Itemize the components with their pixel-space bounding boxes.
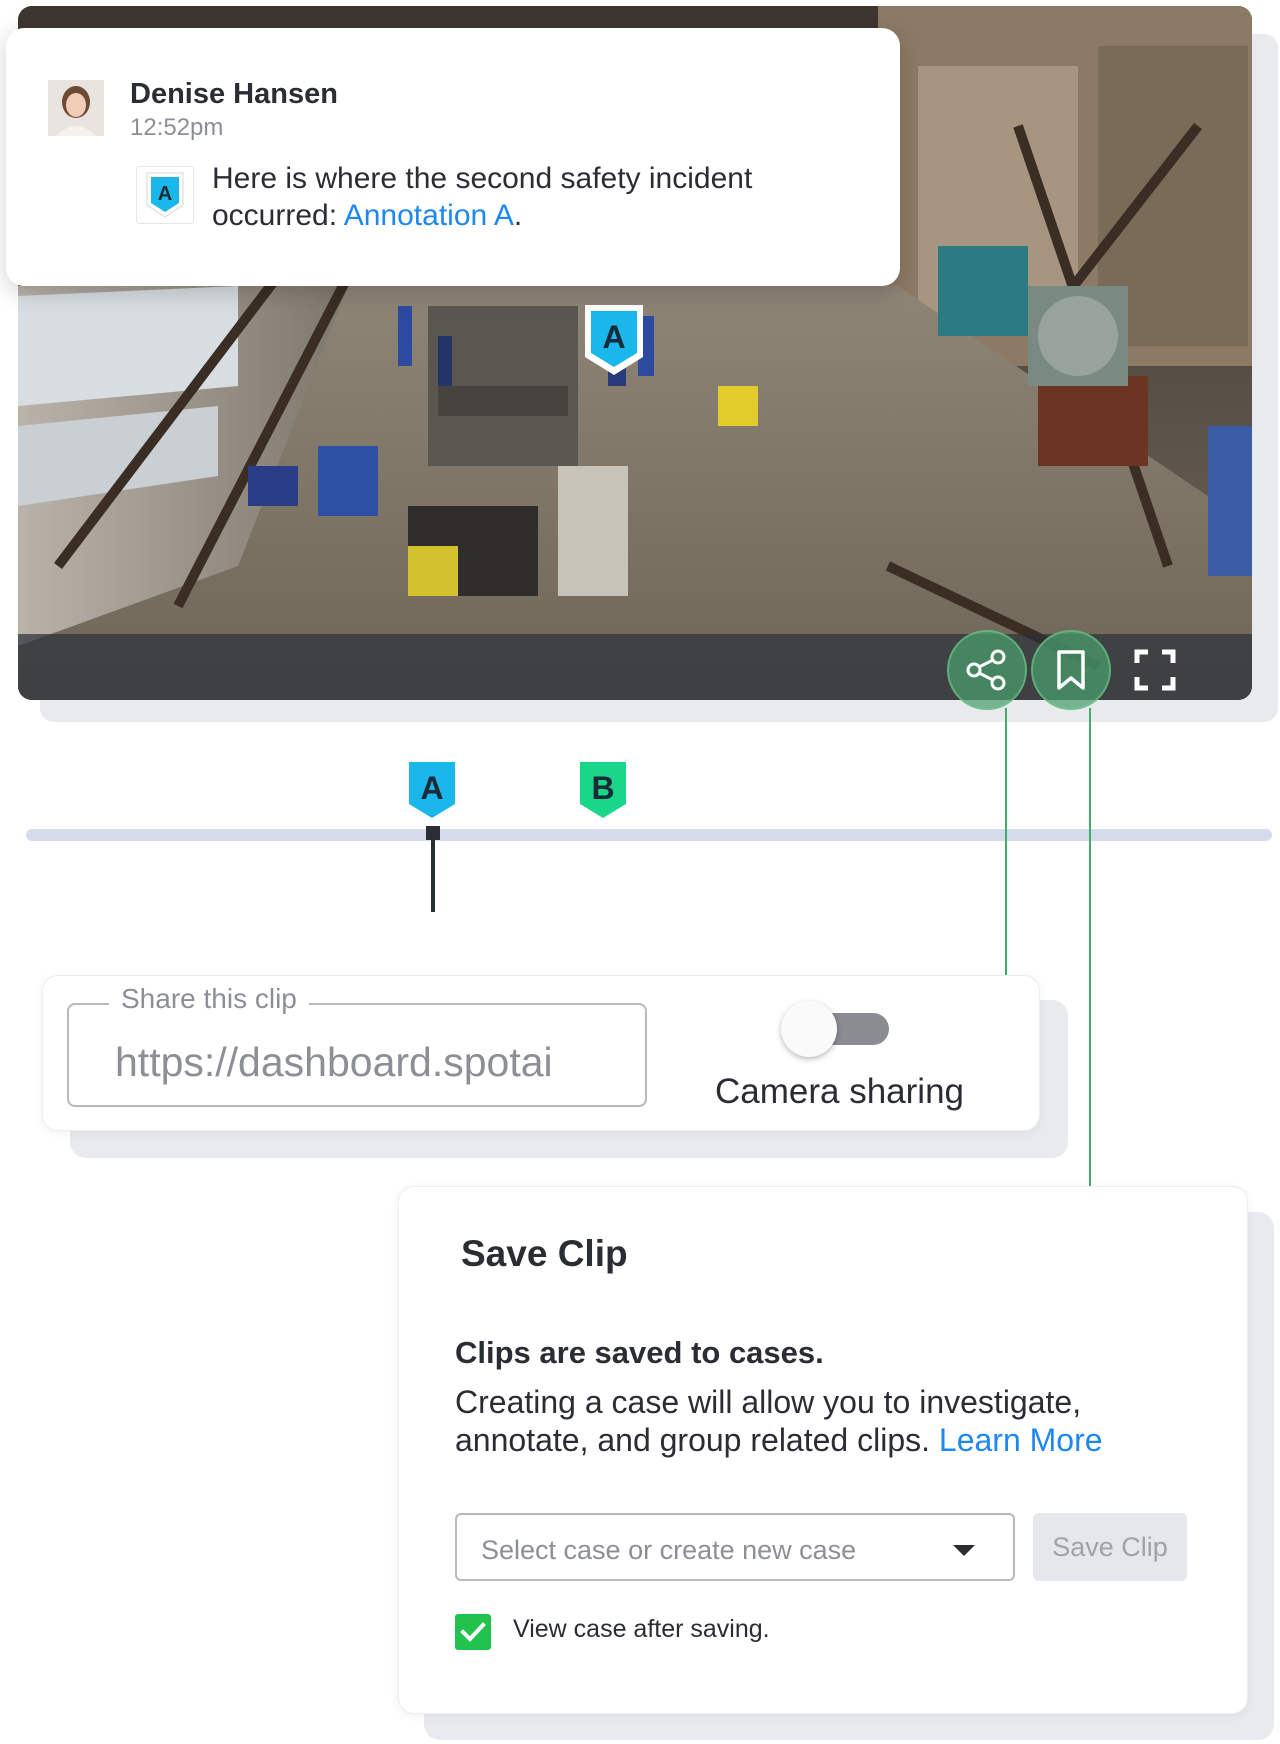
svg-text:B: B	[591, 770, 614, 806]
share-clip-card: Share this clip https://dashboard.spotai…	[42, 975, 1040, 1131]
avatar[interactable]	[48, 80, 104, 136]
chat-message-card: Denise Hansen 12:52pm A Here is where th…	[6, 28, 900, 286]
view-case-checkbox[interactable]	[455, 1614, 491, 1650]
annotation-link[interactable]: Annotation A	[344, 199, 514, 232]
timeline-playhead-line	[431, 836, 435, 912]
view-case-label: View case after saving.	[513, 1615, 770, 1643]
case-select-placeholder: Select case or create new case	[481, 1535, 857, 1565]
annotation-badge[interactable]: A	[136, 166, 194, 224]
save-clip-card: Save Clip Clips are saved to cases. Crea…	[398, 1186, 1248, 1714]
camera-sharing-toggle-knob[interactable]	[781, 1001, 837, 1057]
chevron-down-icon	[953, 1545, 975, 1556]
save-clip-title: Save Clip	[461, 1233, 628, 1274]
save-clip-button[interactable]: Save Clip	[1033, 1513, 1187, 1581]
timeline-marker-a[interactable]: A	[401, 754, 463, 830]
share-url-value[interactable]: https://dashboard.spotai	[115, 1039, 553, 1086]
svg-text:A: A	[158, 183, 172, 205]
annotation-a-icon: A	[146, 172, 184, 218]
fullscreen-icon	[1134, 649, 1176, 691]
share-icon	[966, 649, 1006, 691]
chat-author-name: Denise Hansen	[130, 78, 338, 110]
timeline-marker-b[interactable]: B	[572, 754, 634, 830]
share-button[interactable]	[947, 630, 1027, 710]
save-clip-description: Creating a case will allow you to invest…	[455, 1384, 1103, 1458]
learn-more-link[interactable]: Learn More	[939, 1422, 1103, 1458]
checkmark-icon	[460, 1622, 486, 1642]
case-select-dropdown[interactable]: Select case or create new case	[455, 1513, 1015, 1581]
svg-text:A: A	[420, 770, 443, 806]
bookmark-icon	[1057, 650, 1085, 690]
annotation-marker-a[interactable]: A	[583, 303, 645, 379]
chat-timestamp: 12:52pm	[130, 114, 224, 141]
fullscreen-button[interactable]	[1115, 630, 1195, 710]
chat-message-text: Here is where the second safety incident…	[212, 162, 753, 232]
bookmark-button[interactable]	[1031, 630, 1111, 710]
timeline-track[interactable]	[26, 829, 1272, 841]
share-field-legend: Share this clip	[109, 983, 309, 1015]
user-avatar-image	[48, 80, 104, 136]
share-url-field[interactable]: Share this clip https://dashboard.spotai	[67, 983, 647, 1107]
save-clip-subtitle: Clips are saved to cases.	[455, 1335, 824, 1370]
share-connector-line	[1005, 708, 1007, 976]
camera-sharing-label: Camera sharing	[715, 1072, 964, 1111]
svg-text:A: A	[602, 319, 625, 355]
bookmark-connector-line	[1089, 708, 1091, 1186]
